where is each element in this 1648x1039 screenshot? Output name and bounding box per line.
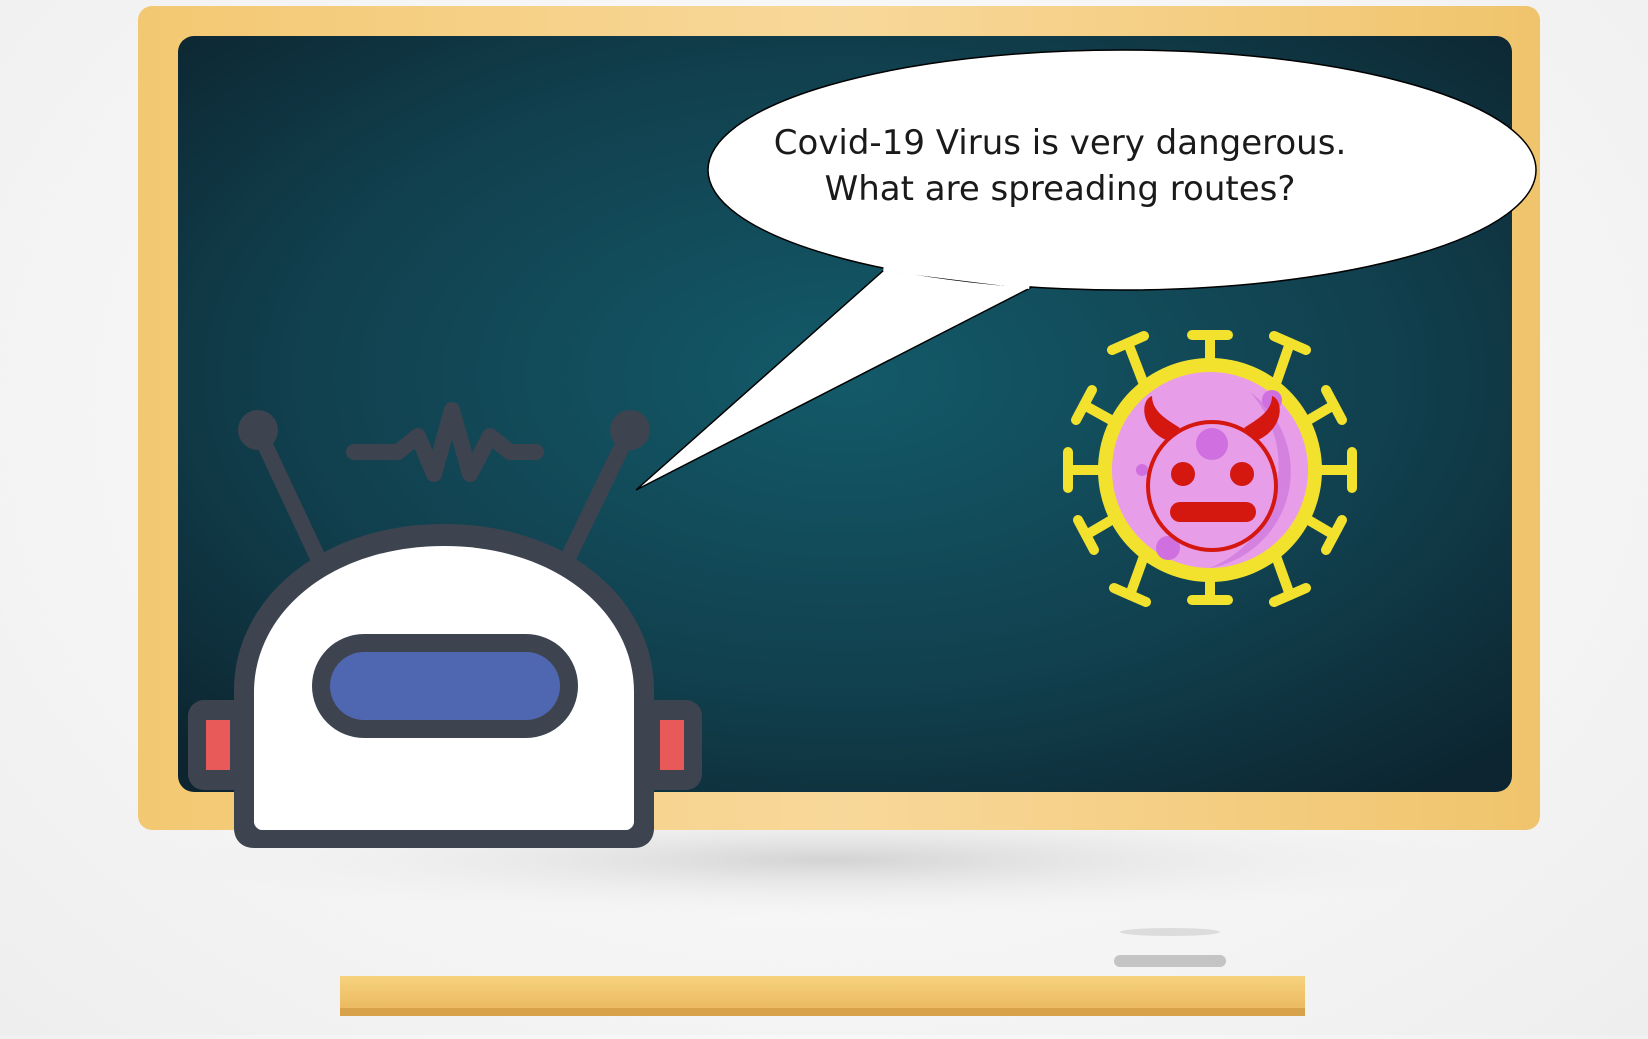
speech-line-1: Covid-19 Virus is very dangerous. (773, 123, 1347, 163)
eraser (1114, 955, 1226, 967)
speech-line-2: What are spreading routes? (824, 169, 1296, 209)
speech-bubble-text: Covid-19 Virus is very dangerous. What a… (760, 120, 1360, 212)
eraser-top (1120, 928, 1220, 936)
chalk-ledge-edge (340, 1008, 1305, 1016)
